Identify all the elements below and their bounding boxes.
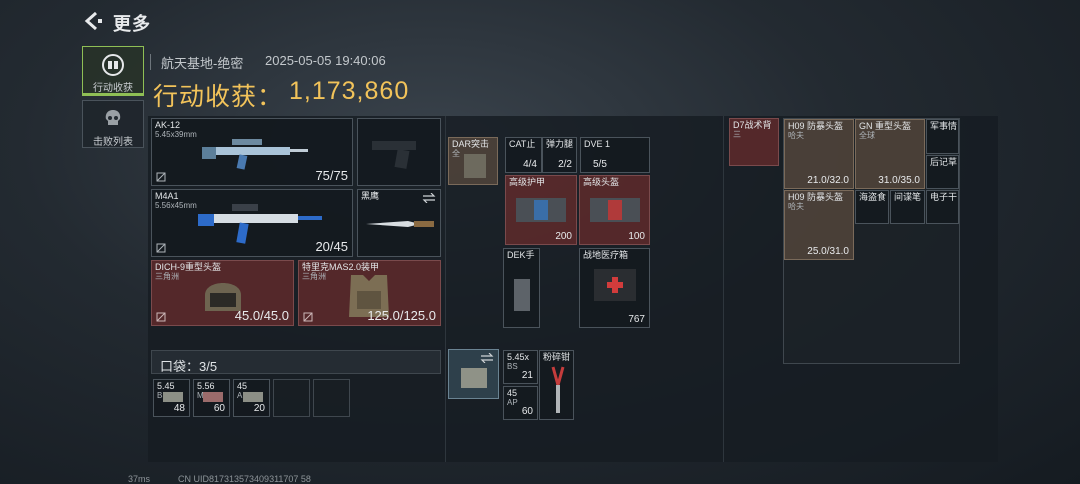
- container-item[interactable]: 后记草: [926, 155, 959, 189]
- bolt-cutter-icon: [551, 366, 565, 413]
- weapon-slot-secondary[interactable]: M4A1 5.56x45mm 20/45: [151, 189, 353, 257]
- tab-kills[interactable]: 击败列表: [82, 100, 144, 148]
- weapon-caliber: 5.45x39mm: [155, 130, 197, 139]
- rig-item[interactable]: 战地医疗箱 767: [579, 248, 650, 328]
- weapon-durability: 75/75: [315, 168, 348, 183]
- container-item[interactable]: H09 防暴头盔 哈夫 21.0/32.0: [784, 119, 854, 189]
- rifle-icon: [202, 139, 308, 170]
- divider: [150, 54, 151, 70]
- ammo-box-icon: [203, 392, 223, 402]
- rig-item[interactable]: 弹力腿 2/2: [542, 137, 577, 173]
- backpack-item[interactable]: 5.45x BS 21: [503, 350, 538, 384]
- no-insurance-icon: [156, 172, 166, 182]
- weapon-name: M4A1: [155, 191, 179, 201]
- container-slot[interactable]: D7战术背 三: [729, 118, 779, 166]
- backpack-slot[interactable]: [448, 349, 499, 399]
- gain-label: 行动收获：: [153, 83, 284, 111]
- backpack-item[interactable]: 粉碎钳: [539, 350, 574, 420]
- tab-loot-label: 行动收获: [93, 83, 133, 94]
- ammo-box-icon: [243, 392, 263, 402]
- medkit-icon: [594, 269, 636, 301]
- rig-item[interactable]: 高级护甲 200: [505, 175, 577, 245]
- pistol-icon: [372, 141, 416, 169]
- melee-slot[interactable]: 黑鹰: [357, 189, 441, 257]
- rig-item[interactable]: CAT止 4/4: [505, 137, 542, 173]
- weapon-durability: 20/45: [315, 239, 348, 254]
- skull-icon: [105, 110, 121, 125]
- melee-name: 黑鹰: [361, 191, 380, 201]
- gain-value: 1,173,860: [289, 77, 410, 105]
- weapon-slot-primary[interactable]: AK-12 5.45x39mm 75/75: [151, 118, 353, 186]
- tab-loot[interactable]: 行动收获: [82, 46, 144, 96]
- container-item[interactable]: 电子干: [926, 190, 959, 224]
- raid-datetime: 2025-05-05 19:40:06: [265, 53, 386, 68]
- container-item[interactable]: GN 重型头盔 全球 31.0/35.0: [855, 119, 925, 189]
- divider: [723, 116, 724, 462]
- rig-item[interactable]: 高级头盔 100: [579, 175, 650, 245]
- container-item[interactable]: 军事情: [926, 119, 959, 154]
- no-insurance-icon: [303, 312, 313, 322]
- swap-icon[interactable]: [480, 353, 494, 363]
- page-title: 更多: [113, 14, 151, 34]
- pocket-label: 口袋：3/5: [160, 359, 218, 374]
- chest-rig-slot[interactable]: DAR突击 全: [448, 137, 498, 185]
- divider: [445, 116, 446, 462]
- map-name: 航天基地-绝密: [161, 56, 244, 71]
- armor-durability: 125.0/125.0: [367, 308, 436, 323]
- container-item[interactable]: H09 防暴头盔 哈夫 25.0/31.0: [784, 190, 854, 260]
- tab-kills-label: 击败列表: [93, 137, 133, 148]
- uid-readout: CN UID817313573409311707 58: [178, 474, 311, 484]
- swap-icon[interactable]: [422, 193, 436, 203]
- helmet-durability: 45.0/45.0: [234, 308, 289, 323]
- bag-icon: [514, 279, 530, 311]
- pocket-empty-slot[interactable]: [273, 379, 310, 417]
- pocket-item[interactable]: 5.56 M8S 60: [193, 379, 230, 417]
- backpack-item[interactable]: 45 AP 60: [503, 386, 538, 420]
- armor-origin: 三角洲: [302, 272, 326, 281]
- armor-slot[interactable]: 特里克MAS2.0装甲 三角洲 125.0/125.0: [298, 260, 441, 326]
- ammo-box-icon: [163, 392, 183, 402]
- back-arrow-icon[interactable]: [82, 10, 104, 32]
- rig-item[interactable]: DEK手: [503, 248, 540, 328]
- helmet-origin: 三角洲: [155, 272, 179, 281]
- loot-icon: [102, 54, 124, 76]
- repair-kit-icon: [590, 198, 640, 222]
- rifle-icon: [198, 204, 322, 244]
- weapon-caliber: 5.56x45mm: [155, 201, 197, 210]
- pocket-item[interactable]: 5.45 BS 48: [153, 379, 190, 417]
- knife-icon: [366, 221, 434, 227]
- rig-icon: [464, 154, 486, 178]
- weapon-name: AK-12: [155, 120, 181, 130]
- sidearm-slot[interactable]: [357, 118, 441, 186]
- rig-item[interactable]: DVE 1 5/5: [580, 137, 650, 173]
- container-item[interactable]: 海盗食: [855, 190, 889, 224]
- no-insurance-icon: [156, 243, 166, 253]
- container-item[interactable]: 间谍笔: [890, 190, 925, 224]
- pocket-empty-slot[interactable]: [313, 379, 350, 417]
- helmet-slot[interactable]: DICH-9重型头盔 三角洲 45.0/45.0: [151, 260, 294, 326]
- no-insurance-icon: [156, 312, 166, 322]
- backpack-icon: [461, 368, 487, 388]
- repair-kit-icon: [516, 198, 566, 222]
- pocket-item[interactable]: 45 AP 20: [233, 379, 270, 417]
- ping-readout: 37ms: [128, 474, 151, 484]
